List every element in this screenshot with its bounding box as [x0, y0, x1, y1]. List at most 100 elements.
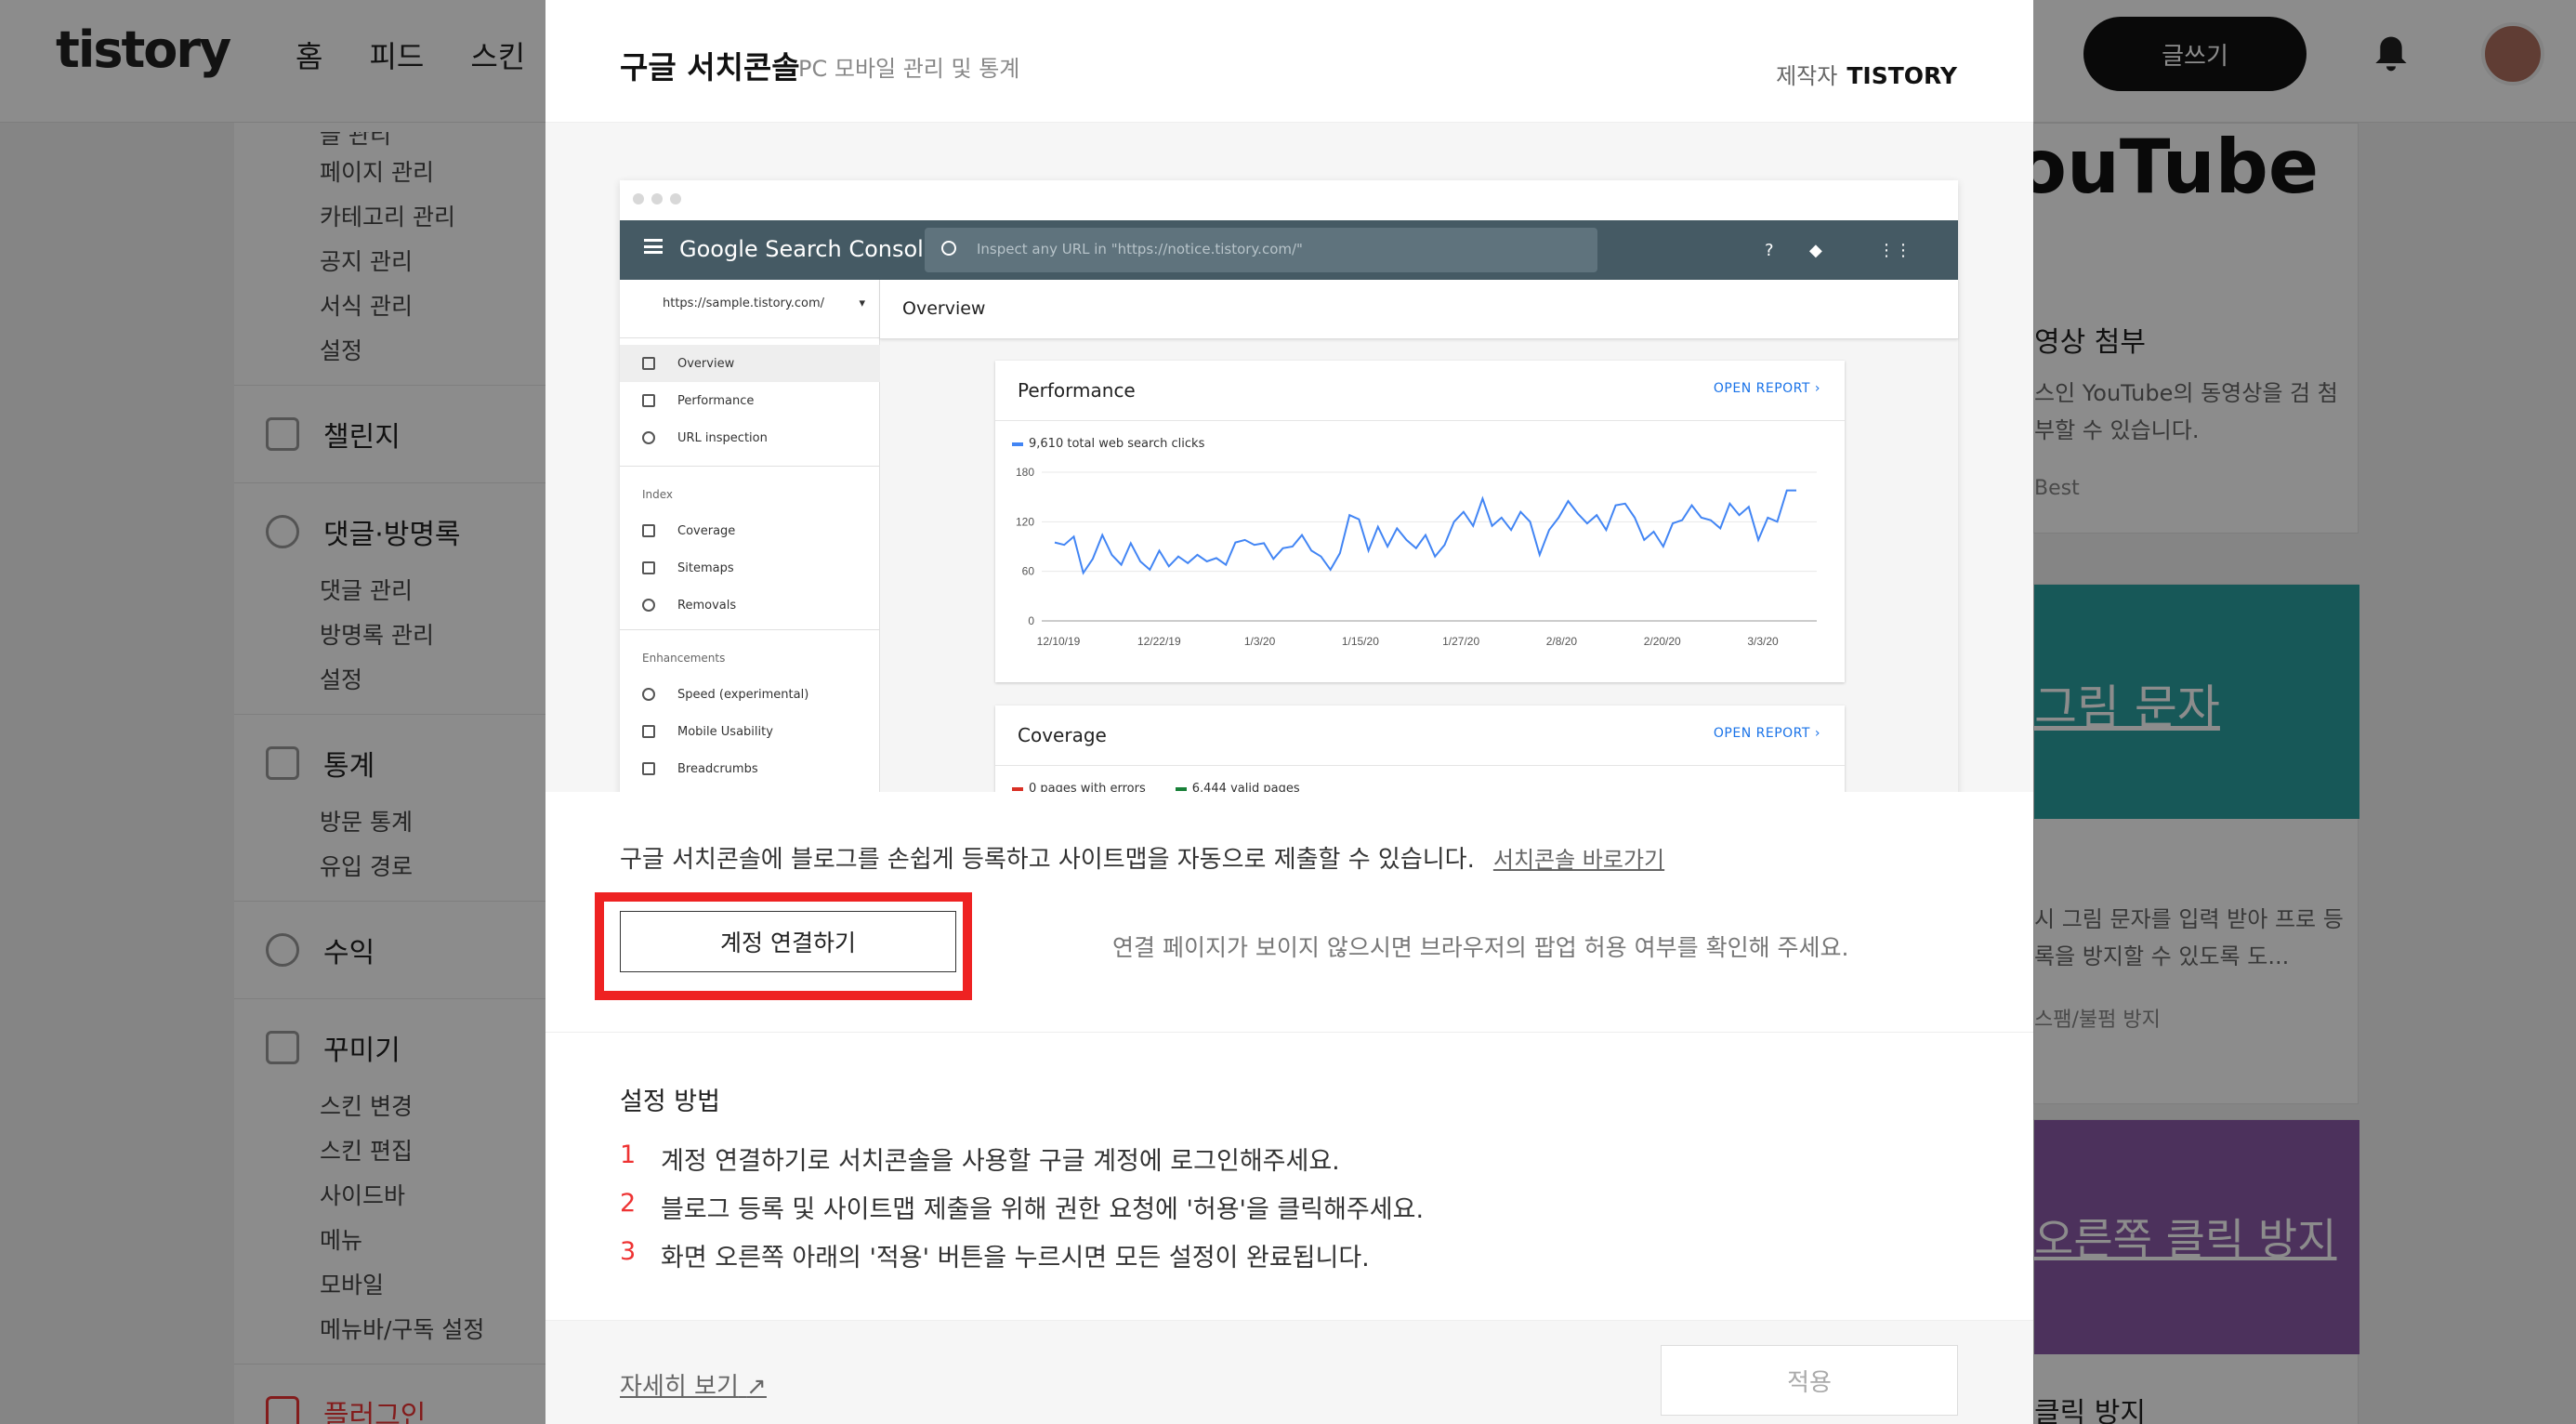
nav-label: Coverage: [677, 523, 736, 538]
performance-card: Performance OPEN REPORT › 9,610 total we…: [995, 361, 1845, 682]
step-text: 화면 오른쪽 아래의 '적용' 버튼을 누르시면 모든 설정이 완료됩니다.: [661, 1244, 1370, 1272]
search-placeholder: Inspect any URL in "https://notice.tisto…: [977, 241, 1303, 257]
external-link-icon: ↗: [746, 1373, 767, 1401]
step-number: 3: [620, 1237, 637, 1266]
copy-icon: [642, 524, 655, 537]
nav-label: Overview: [677, 356, 735, 371]
x-tick-label: 1/27/20: [1442, 635, 1479, 648]
open-report-link: OPEN REPORT ›: [1713, 381, 1820, 396]
open-report-link: OPEN REPORT ›: [1713, 726, 1820, 741]
coverage-legend: 0 pages with errors 6,444 valid pages: [1012, 782, 1300, 792]
gsc-nav-removals: Removals: [620, 587, 880, 624]
nav-label: URL inspection: [677, 430, 768, 445]
window-dots: [633, 193, 681, 204]
search-console-link[interactable]: 서치콘솔 바로가기: [1493, 847, 1664, 873]
chevron-down-icon: ▾: [859, 297, 865, 310]
y-tick-label: 0: [1028, 614, 1034, 627]
plugin-preview: Google Search Console Inspect any URL in…: [545, 123, 2033, 792]
modal-footer: 자세히 보기 ↗ 적용: [545, 1320, 2033, 1424]
modal-title: 구글 서치콘솔: [620, 49, 800, 86]
x-tick-label: 3/3/20: [1747, 635, 1779, 648]
setup-title: 설정 방법: [620, 1088, 720, 1116]
search-icon: [941, 241, 956, 256]
author-label: 제작자: [1776, 63, 1838, 89]
nav-label: Mobile Usability: [677, 724, 773, 739]
bell-icon: ◆: [1809, 241, 1822, 260]
setup-guide: 설정 방법 1 계정 연결하기로 서치콘솔을 사용할 구글 계정에 로그인해주세요…: [545, 1032, 2033, 1320]
gsc-sidebar: https://sample.tistory.com/ ▾ Overview Pe…: [620, 280, 880, 792]
plugin-modal: 구글 서치콘솔 PC 모바일 관리 및 통계 제작자 TISTORY Google…: [545, 0, 2033, 1424]
setup-step: 1 계정 연결하기로 서치콘솔을 사용할 구글 계정에 로그인해주세요.: [620, 1141, 1340, 1177]
layers-icon: [642, 762, 655, 775]
popup-note: 연결 페이지가 보이지 않으시면 브라우저의 팝업 허용 여부를 확인해 주세요…: [1112, 934, 1849, 961]
x-tick-label: 2/8/20: [1546, 635, 1578, 648]
nav-label: Removals: [677, 598, 737, 613]
description-text: 구글 서치콘솔에 블로그를 손쉽게 등록하고 사이트맵을 자동으로 제출할 수 …: [620, 846, 1475, 874]
apply-button[interactable]: 적용: [1661, 1345, 1958, 1416]
help-icon: ?: [1765, 241, 1774, 260]
gsc-nav-sitemaps: Sitemaps: [620, 549, 880, 587]
property-url: https://sample.tistory.com/: [663, 297, 824, 310]
x-tick-label: 1/15/20: [1342, 635, 1379, 648]
gsc-main: Overview Performance OPEN REPORT › 9,610…: [880, 280, 1958, 792]
card-title: Coverage: [1018, 724, 1107, 746]
y-tick-label: 60: [1022, 565, 1035, 578]
modal-body: 구글 서치콘솔에 블로그를 손쉽게 등록하고 사이트맵을 자동으로 제출할 수 …: [545, 792, 2033, 1032]
more-info-link[interactable]: 자세히 보기 ↗: [620, 1367, 767, 1402]
modal-header: 구글 서치콘솔 PC 모바일 관리 및 통계 제작자 TISTORY: [545, 0, 2033, 123]
phone-icon: [642, 725, 655, 738]
coverage-card: Coverage OPEN REPORT › 0 pages with erro…: [995, 705, 1845, 792]
gsc-header: Google Search Console Inspect any URL in…: [620, 220, 1958, 280]
nav-label: Sitemaps: [677, 560, 734, 575]
gsc-page-header: Overview: [880, 280, 1958, 339]
x-tick-label: 2/20/20: [1644, 635, 1681, 648]
legend-swatch: [1175, 786, 1187, 791]
legend-label: 9,610 total web search clicks: [1029, 437, 1205, 451]
home-icon: [642, 357, 655, 370]
gsc-logo: Google Search Console: [679, 236, 938, 262]
search-icon: [642, 431, 655, 444]
x-tick-label: 12/10/19: [1037, 635, 1081, 648]
modal-subtitle: PC 모바일 관리 및 통계: [798, 56, 1020, 82]
legend-swatch: [1012, 442, 1023, 446]
index-header: Index: [642, 488, 674, 501]
step-number: 2: [620, 1189, 637, 1218]
setup-step: 2 블로그 등록 및 사이트맵 제출을 위해 권한 요청에 '허용'을 클릭해주세…: [620, 1189, 1424, 1225]
menu-icon: [644, 239, 663, 254]
step-text: 블로그 등록 및 사이트맵 제출을 위해 권한 요청에 '허용'을 클릭해주세요…: [661, 1195, 1425, 1224]
legend-swatch: [1012, 786, 1023, 791]
legend-label: 0 pages with errors: [1029, 782, 1146, 792]
y-tick-label: 180: [1016, 466, 1034, 479]
gsc-nav-performance: Performance: [620, 382, 880, 419]
connect-account-button[interactable]: 계정 연결하기: [620, 911, 956, 972]
gsc-nav-mobile: Mobile Usability: [620, 713, 880, 750]
clicks-series-line: [1054, 489, 1796, 575]
y-tick-label: 120: [1016, 515, 1034, 528]
gsc-nav-url-inspection: URL inspection: [620, 419, 880, 456]
nav-label: Performance: [677, 393, 755, 408]
card-title: Performance: [1018, 379, 1136, 402]
plugin-description: 구글 서치콘솔에 블로그를 손쉽게 등록하고 사이트맵을 자동으로 제출할 수 …: [620, 840, 1664, 875]
author-name: TISTORY: [1847, 62, 1957, 89]
author: 제작자 TISTORY: [1776, 58, 1957, 90]
legend-label: 6,444 valid pages: [1191, 782, 1300, 792]
nav-label: Speed (experimental): [677, 687, 809, 702]
property-selector: https://sample.tistory.com/ ▾: [635, 297, 865, 310]
eye-off-icon: [642, 599, 655, 612]
x-tick-label: 12/22/19: [1137, 635, 1181, 648]
trend-icon: [642, 394, 655, 407]
chart-legend: 9,610 total web search clicks: [1012, 437, 1204, 451]
sitemap-icon: [642, 561, 655, 574]
gsc-nav-speed: Speed (experimental): [620, 676, 880, 713]
step-number: 1: [620, 1141, 637, 1169]
gsc-page-title: Overview: [902, 298, 986, 319]
apps-icon: ⋮⋮: [1878, 241, 1912, 260]
gsc-nav-coverage: Coverage: [620, 512, 880, 549]
browser-mockup: Google Search Console Inspect any URL in…: [620, 180, 1958, 792]
gsc-nav-breadcrumbs: Breadcrumbs: [620, 750, 880, 787]
performance-chart: 0 60 120 180 12/10/19 12/22/19 1/3/20 1/15/20 1/…: [1016, 466, 1817, 648]
x-tick-label: 1/3/20: [1244, 635, 1276, 648]
setup-step: 3 화면 오른쪽 아래의 '적용' 버튼을 누르시면 모든 설정이 완료됩니다.: [620, 1237, 1370, 1273]
gsc-nav-overview: Overview: [620, 345, 880, 382]
gsc-search: Inspect any URL in "https://notice.tisto…: [925, 228, 1597, 272]
